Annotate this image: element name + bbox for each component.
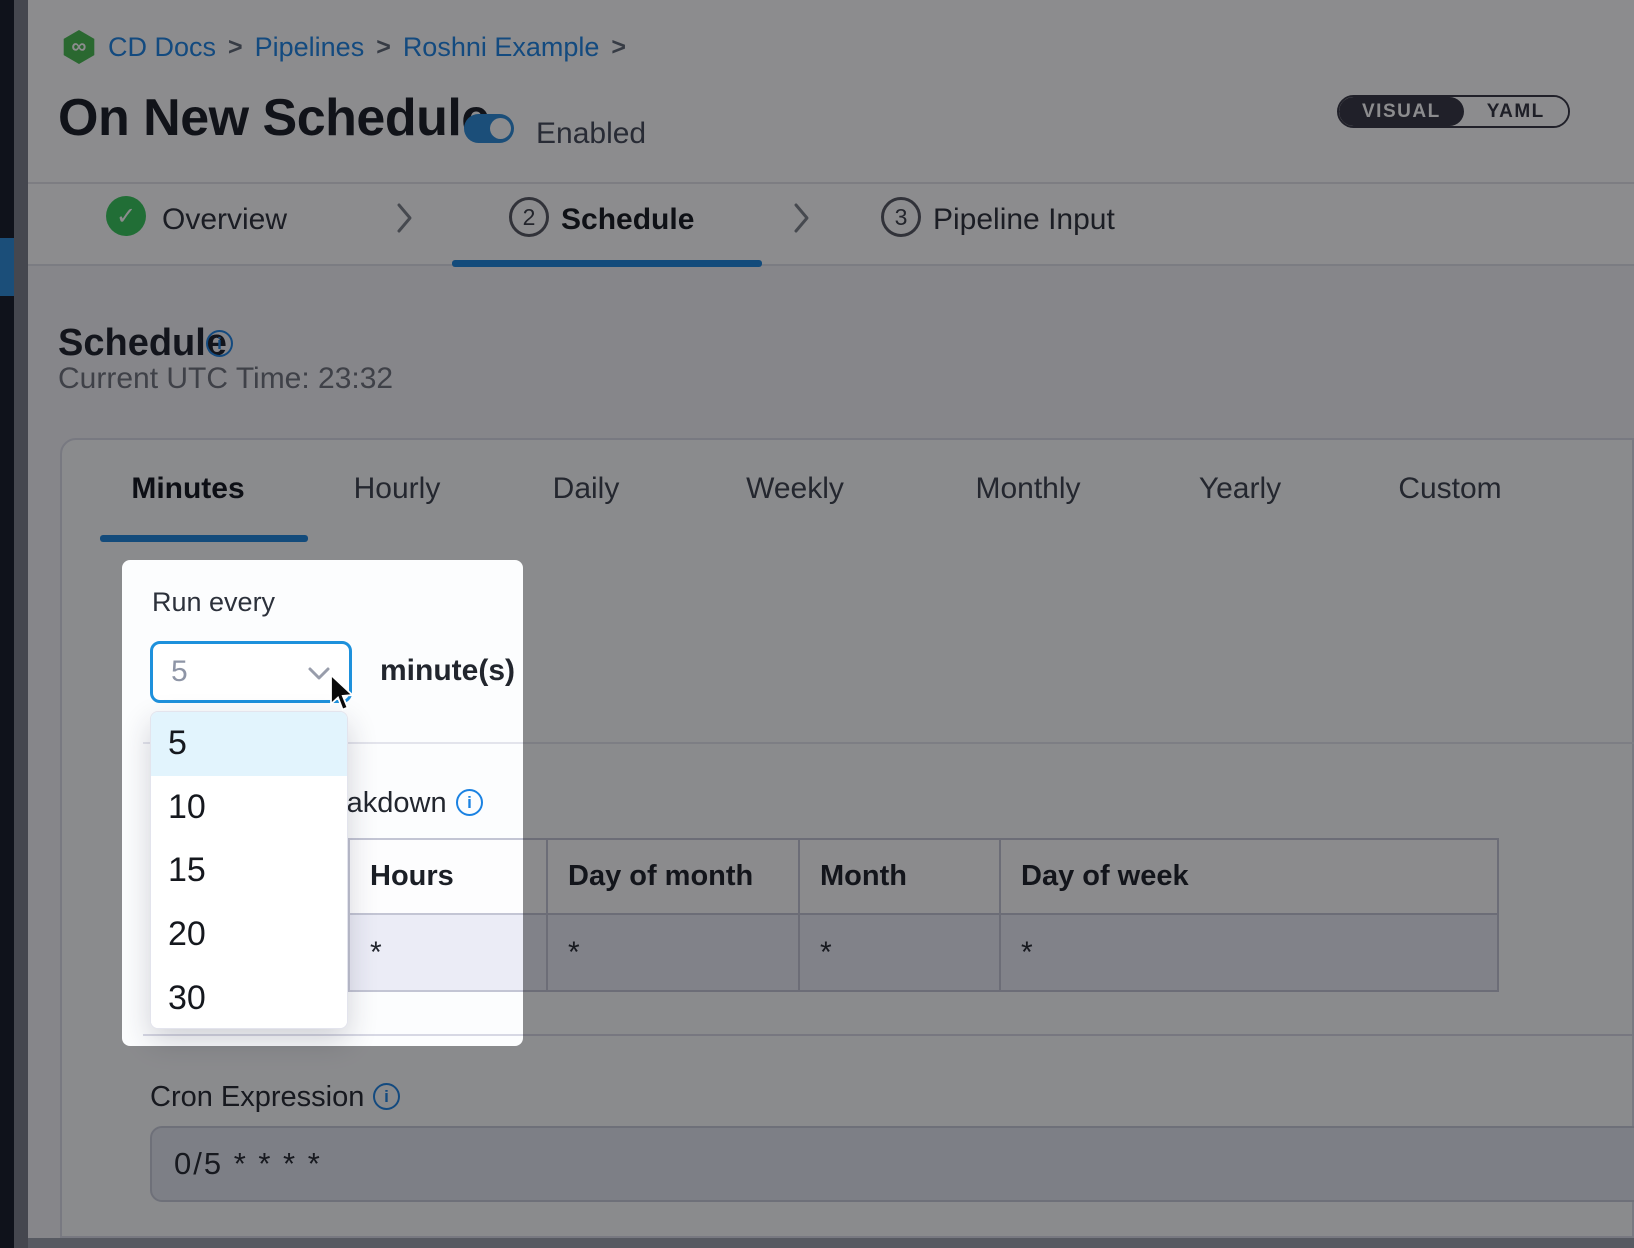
sidebar-scroll-indicator[interactable] xyxy=(0,238,14,296)
cron-expression-label: Cron Expression xyxy=(150,1081,364,1114)
step-pipeline-input[interactable]: Pipeline Input xyxy=(933,203,1115,237)
dropdown-option-5[interactable]: 5 xyxy=(151,712,347,776)
table-value-row: 0/5 * * * * xyxy=(152,915,1497,990)
tab-monthly[interactable]: Monthly xyxy=(928,472,1128,506)
sidebar-shadow-band xyxy=(14,0,28,1248)
tab-hourly[interactable]: Hourly xyxy=(297,472,497,506)
table-header-row: Minutes Hours Day of month Month Day of … xyxy=(152,840,1497,915)
col-hours: Hours xyxy=(350,840,548,915)
breadcrumb-separator-icon: > xyxy=(376,33,391,62)
visual-yaml-toggle: VISUAL YAML xyxy=(1337,95,1570,128)
tab-custom[interactable]: Custom xyxy=(1350,472,1550,506)
chevron-down-icon xyxy=(307,666,331,682)
active-tab-underline xyxy=(100,535,308,542)
section-divider xyxy=(143,1034,1634,1036)
minutes-select-value: 5 xyxy=(171,655,188,689)
schedule-info-icon[interactable]: i xyxy=(206,330,233,357)
minutes-unit-label: minute(s) xyxy=(380,654,515,688)
cell-day-of-month: * xyxy=(548,915,800,990)
step-schedule-number: 2 xyxy=(509,197,549,237)
bottom-edge xyxy=(14,1238,1634,1248)
col-month: Month xyxy=(800,840,1001,915)
enabled-label: Enabled xyxy=(536,117,646,151)
current-utc-time: Current UTC Time: 23:32 xyxy=(58,362,393,396)
collapsed-sidebar xyxy=(0,0,14,1248)
page-title: On New Schedule xyxy=(58,88,490,148)
cron-breakdown-table: Minutes Hours Day of month Month Day of … xyxy=(150,838,1499,992)
breadcrumb-separator-icon: > xyxy=(611,33,626,62)
step-schedule[interactable]: Schedule xyxy=(561,203,694,237)
breakdown-info-icon[interactable]: i xyxy=(456,789,483,816)
toggle-knob xyxy=(490,118,511,139)
breadcrumb-link-pipeline[interactable]: Roshni Example xyxy=(403,32,600,63)
cd-module-icon: ∞ xyxy=(62,30,96,64)
col-day-of-month: Day of month xyxy=(548,840,800,915)
breadcrumb: ∞ CD Docs > Pipelines > Roshni Example > xyxy=(62,28,626,66)
step-chevron-icon xyxy=(793,202,811,234)
cell-hours: * xyxy=(350,915,548,990)
minutes-dropdown-menu: 5 10 15 20 30 xyxy=(150,711,348,1029)
cell-month: * xyxy=(800,915,1001,990)
dropdown-option-10[interactable]: 10 xyxy=(151,776,347,840)
yaml-tab[interactable]: YAML xyxy=(1464,97,1568,126)
tab-daily[interactable]: Daily xyxy=(486,472,686,506)
enabled-toggle[interactable] xyxy=(464,114,514,143)
step-pipeline-input-number: 3 xyxy=(881,197,921,237)
minutes-select[interactable]: 5 xyxy=(150,641,352,703)
breadcrumb-link-pipelines[interactable]: Pipelines xyxy=(255,32,365,63)
tab-minutes[interactable]: Minutes xyxy=(88,472,288,506)
schedule-section-heading: Schedule xyxy=(58,322,227,365)
breadcrumb-link-project[interactable]: CD Docs xyxy=(108,32,216,63)
tab-weekly[interactable]: Weekly xyxy=(695,472,895,506)
active-step-underline xyxy=(452,260,762,267)
step-chevron-icon xyxy=(396,202,414,234)
step-overview[interactable]: Overview xyxy=(162,203,287,237)
section-divider xyxy=(143,742,1634,744)
breadcrumb-separator-icon: > xyxy=(228,33,243,62)
dropdown-option-20[interactable]: 20 xyxy=(151,903,347,967)
trigger-wizard-screen: ∞ CD Docs > Pipelines > Roshni Example >… xyxy=(0,0,1634,1248)
dropdown-option-30[interactable]: 30 xyxy=(151,966,347,1029)
col-day-of-week: Day of week xyxy=(1001,840,1497,915)
cell-day-of-week: * xyxy=(1001,915,1497,990)
step-overview-check-icon: ✓ xyxy=(106,196,146,236)
run-every-label: Run every xyxy=(152,587,275,618)
cron-expression-input[interactable]: 0/5 * * * * xyxy=(150,1126,1634,1202)
tab-yearly[interactable]: Yearly xyxy=(1140,472,1340,506)
visual-tab[interactable]: VISUAL xyxy=(1339,97,1464,126)
dropdown-option-15[interactable]: 15 xyxy=(151,839,347,903)
mouse-cursor-icon xyxy=(329,674,356,715)
cron-info-icon[interactable]: i xyxy=(373,1083,400,1110)
